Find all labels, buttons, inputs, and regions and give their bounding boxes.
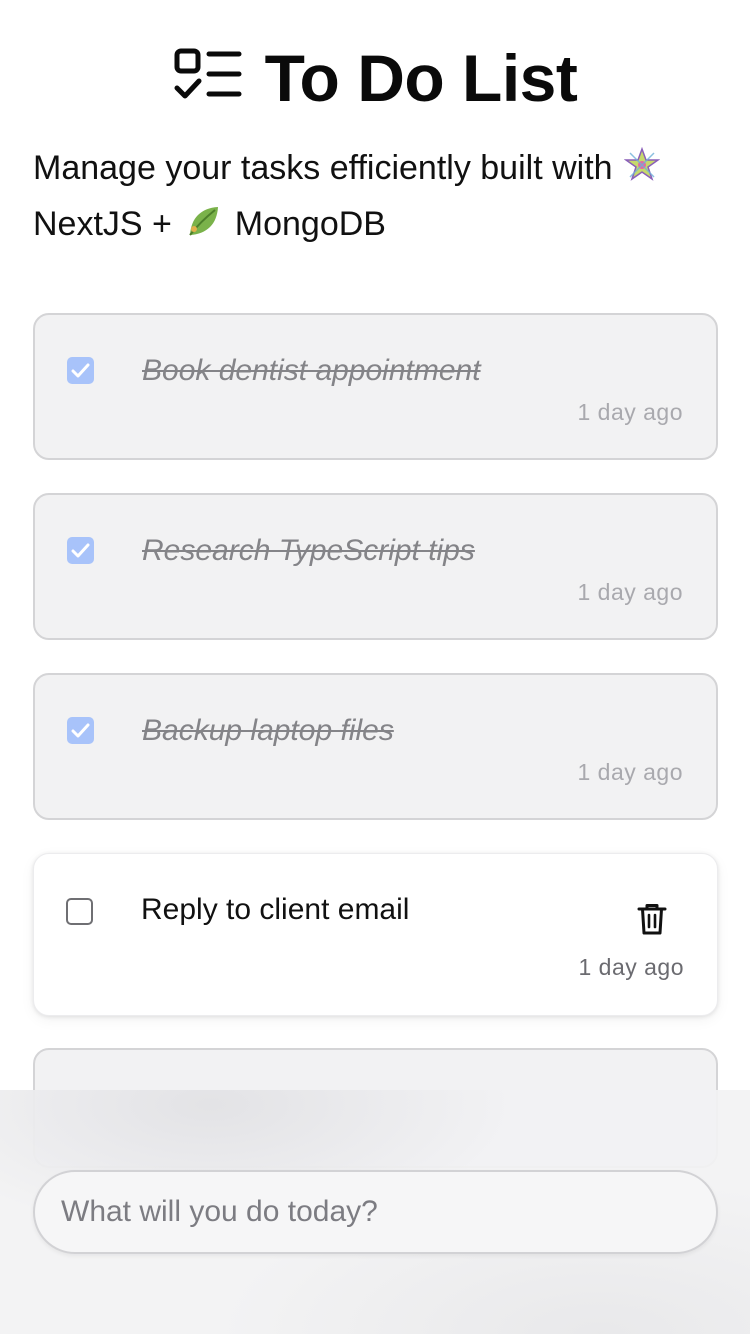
leaf-icon: [189, 207, 219, 236]
completed-checkbox[interactable]: [67, 537, 94, 564]
subtitle-text: Manage your tasks efficiently built with: [33, 149, 622, 187]
checkmark-icon: [71, 723, 90, 738]
subtitle-text: NextJS +: [33, 205, 182, 243]
page-title: To Do List: [264, 41, 578, 115]
todo-item-title: Research TypeScript tips: [142, 534, 475, 567]
page-subtitle: Manage your tasks efficiently built with…: [33, 140, 723, 252]
todo-item[interactable]: Research TypeScript tips 1 day ago: [33, 493, 718, 640]
sparkle-star-icon: [624, 147, 660, 181]
todo-item[interactable]: Reply to client email 1 day ago: [33, 853, 718, 1016]
checkmark-icon: [71, 543, 90, 558]
todo-item[interactable]: Book dentist appointment 1 day ago: [33, 313, 718, 460]
app-header: To Do List: [0, 38, 750, 118]
todo-item-timestamp: 1 day ago: [577, 399, 683, 425]
checklist-icon: [174, 48, 242, 99]
todo-item-title: Book dentist appointment: [142, 354, 481, 387]
todo-item-title: Backup laptop files: [142, 714, 394, 747]
completed-checkbox[interactable]: [67, 717, 94, 744]
todo-page: To Do List Manage your tasks efficiently…: [0, 0, 750, 1334]
trash-icon[interactable]: [637, 902, 667, 936]
completed-checkbox[interactable]: [67, 357, 94, 384]
checkmark-icon: [71, 363, 90, 378]
todo-item[interactable]: Backup laptop files 1 day ago: [33, 673, 718, 820]
todo-item-timestamp: 1 day ago: [578, 954, 684, 980]
todo-item-title: Reply to client email: [141, 893, 410, 926]
todo-item-timestamp: 1 day ago: [577, 759, 683, 785]
todo-item-timestamp: 1 day ago: [577, 579, 683, 605]
new-task-input[interactable]: [33, 1170, 718, 1254]
subtitle-text: MongoDB: [225, 205, 386, 243]
incomplete-checkbox[interactable]: [66, 898, 93, 925]
